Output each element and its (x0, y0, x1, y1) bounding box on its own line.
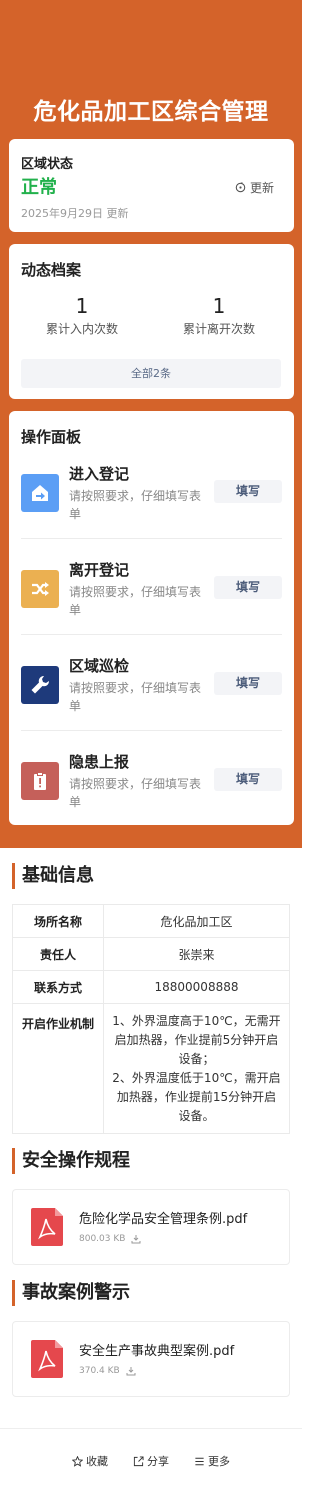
file-meta: 370.4 KB (79, 1366, 136, 1376)
file-size: 370.4 KB (79, 1366, 120, 1376)
safety-rules-title: 安全操作规程 (12, 1148, 130, 1174)
table-row: 联系方式 18800008888 (12, 970, 290, 1004)
info-key: 开启作业机制 (12, 1003, 104, 1134)
status-card: 区域状态 正常 更新 2025年9月29日 更新 (9, 139, 294, 232)
archive-card: 动态档案 1 累计入内次数 1 累计离开次数 全部2条 (9, 244, 294, 399)
stat-exits: 1 累计离开次数 (154, 294, 284, 337)
stat-exits-label: 累计离开次数 (182, 322, 255, 336)
operation-panel: 操作面板 进入登记 请按照要求，仔细填写表单 填写 离开登记 请按照要求，仔细填… (9, 411, 294, 825)
share-button[interactable]: 分享 (133, 1453, 169, 1469)
op-name-leave: 离开登记 (69, 561, 130, 579)
clipboard-alert-icon (21, 762, 59, 800)
menu-icon (195, 1457, 204, 1465)
op-desc-hazard: 请按照要求，仔细填写表单 (69, 777, 202, 809)
status-value: 正常 (21, 177, 57, 198)
op-row-enter: 进入登记 请按照要求，仔细填写表单 填写 (21, 443, 282, 539)
download-icon[interactable] (131, 1234, 141, 1244)
more-button[interactable]: 更多 (194, 1453, 230, 1469)
file-name: 危险化学品安全管理条例.pdf (79, 1212, 248, 1227)
info-key: 联系方式 (12, 970, 104, 1004)
table-row: 开启作业机制 1、外界温度高于10℃，无需开启加热器，作业提前5分钟开启设备； … (12, 1003, 290, 1134)
pdf-icon (31, 1340, 63, 1378)
enter-icon (21, 474, 59, 512)
status-updated-date: 2025年9月29日 更新 (21, 207, 129, 220)
page-title: 危化品加工区综合管理 (33, 99, 269, 125)
fill-button-hazard[interactable]: 填写 (214, 768, 282, 791)
info-key: 场所名称 (12, 904, 104, 938)
share-label: 分享 (147, 1455, 169, 1468)
download-icon[interactable] (126, 1366, 136, 1376)
file-name: 安全生产事故典型案例.pdf (79, 1344, 235, 1359)
table-row: 场所名称 危化品加工区 (12, 904, 290, 938)
stat-entries-value: 1 (75, 294, 89, 318)
share-icon (133, 1455, 144, 1466)
refresh-button[interactable]: 更新 (235, 179, 274, 196)
wrench-icon (21, 666, 59, 704)
archive-title: 动态档案 (21, 261, 82, 279)
shuffle-icon (21, 570, 59, 608)
basic-info-table: 场所名称 危化品加工区 责任人 张崇来 联系方式 18800008888 开启作… (12, 904, 290, 1134)
stat-exits-value: 1 (212, 294, 226, 318)
op-row-inspection: 区域巡检 请按照要求，仔细填写表单 填写 (21, 635, 282, 731)
stat-entries-label: 累计入内次数 (45, 322, 118, 336)
favorite-label: 收藏 (86, 1455, 108, 1468)
op-name-inspection: 区域巡检 (69, 657, 130, 675)
op-desc-inspection: 请按照要求，仔细填写表单 (69, 681, 202, 713)
bottom-action-bar: 收藏 分享 更多 (0, 1428, 302, 1504)
accident-cases-title: 事故案例警示 (12, 1280, 130, 1306)
stat-entries: 1 累计入内次数 (17, 294, 147, 337)
view-all-button[interactable]: 全部2条 (21, 359, 281, 388)
op-desc-enter: 请按照要求，仔细填写表单 (69, 489, 202, 521)
phone-link[interactable]: 18800008888 (103, 970, 290, 1004)
refresh-label: 更新 (249, 181, 274, 195)
file-card-cases[interactable]: 安全生产事故典型案例.pdf 370.4 KB (12, 1321, 290, 1397)
file-card-rules[interactable]: 危险化学品安全管理条例.pdf 800.03 KB (12, 1189, 290, 1265)
file-size: 800.03 KB (79, 1234, 126, 1244)
fill-button-inspection[interactable]: 填写 (214, 672, 282, 695)
op-row-leave: 离开登记 请按照要求，仔细填写表单 填写 (21, 539, 282, 635)
basic-info-title: 基础信息 (12, 863, 94, 889)
file-meta: 800.03 KB (79, 1234, 141, 1244)
status-label: 区域状态 (21, 157, 74, 172)
info-key: 责任人 (12, 937, 104, 971)
favorite-button[interactable]: 收藏 (72, 1453, 108, 1469)
fill-button-enter[interactable]: 填写 (214, 480, 282, 503)
op-row-hazard: 隐患上报 请按照要求，仔细填写表单 填写 (21, 731, 282, 827)
info-value: 1、外界温度高于10℃，无需开启加热器，作业提前5分钟开启设备； 2、外界温度低… (103, 1003, 290, 1134)
more-label: 更多 (208, 1455, 230, 1468)
pdf-icon (31, 1208, 63, 1246)
fill-button-leave[interactable]: 填写 (214, 576, 282, 599)
op-name-hazard: 隐患上报 (69, 753, 130, 771)
table-row: 责任人 张崇来 (12, 937, 290, 971)
op-name-enter: 进入登记 (69, 465, 130, 483)
refresh-icon (235, 182, 246, 193)
info-value: 张崇来 (103, 937, 290, 971)
star-icon (72, 1455, 83, 1467)
op-desc-leave: 请按照要求，仔细填写表单 (69, 585, 202, 617)
info-value: 危化品加工区 (103, 904, 290, 938)
